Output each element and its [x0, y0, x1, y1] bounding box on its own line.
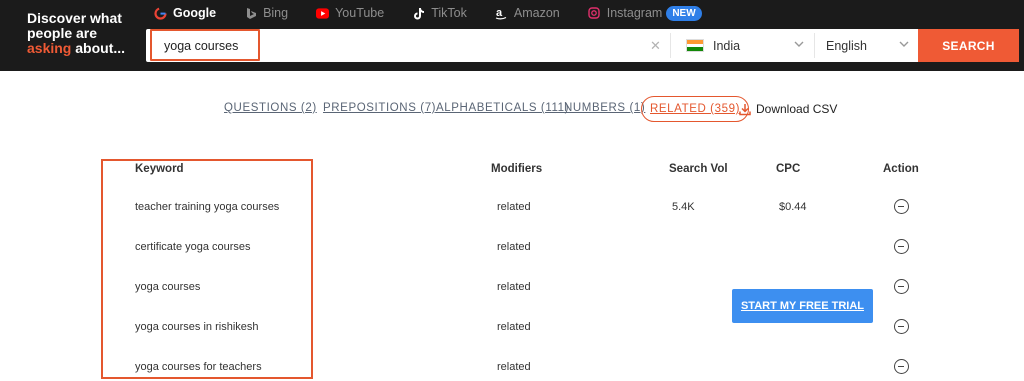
download-icon — [739, 103, 751, 115]
download-label: Download CSV — [756, 102, 838, 116]
modifier-cell: related — [497, 281, 531, 293]
close-icon[interactable]: ✕ — [650, 38, 661, 54]
remove-circle-icon[interactable] — [894, 279, 909, 294]
india-flag-icon — [686, 39, 704, 52]
modifier-cell: related — [497, 321, 531, 333]
chevron-down-icon — [794, 41, 804, 47]
header-keyword: Keyword — [135, 163, 184, 175]
keyword-cell[interactable]: certificate yoga courses — [135, 241, 251, 253]
engine-tab-youtube[interactable]: YouTube — [316, 6, 384, 20]
tiktok-icon — [412, 7, 425, 20]
engine-tab-bing[interactable]: Bing — [244, 6, 288, 20]
search-input[interactable] — [164, 39, 254, 53]
keyword-cell[interactable]: teacher training yoga courses — [135, 201, 279, 213]
engine-label: Instagram — [606, 6, 663, 20]
header-cpc: CPC — [776, 163, 801, 175]
bing-icon — [244, 7, 257, 20]
header-modifiers: Modifiers — [491, 163, 543, 175]
modifier-cell: related — [497, 361, 531, 373]
brand-line-3-rest: about... — [71, 40, 126, 56]
engine-label: TikTok — [431, 6, 467, 20]
language-select[interactable]: English — [826, 29, 916, 62]
brand-tagline: Discover what people are asking about... — [27, 11, 147, 56]
keyword-cell[interactable]: yoga courses — [135, 281, 200, 293]
divider — [814, 33, 815, 58]
engine-tab-amazon[interactable]: a Amazon — [495, 6, 560, 20]
remove-circle-icon[interactable] — [894, 359, 909, 374]
start-free-trial-button[interactable]: START MY FREE TRIAL — [732, 289, 873, 323]
cpc-cell: $0.44 — [779, 201, 807, 213]
country-value: India — [713, 38, 741, 53]
keyword-cell[interactable]: yoga courses for teachers — [135, 361, 262, 373]
google-icon — [154, 6, 167, 20]
engine-tab-instagram[interactable]: Instagram NEW — [588, 5, 702, 21]
divider — [670, 33, 671, 58]
chevron-down-icon — [899, 41, 909, 47]
brand-line-1: Discover what — [27, 10, 122, 26]
tab-related[interactable]: RELATED (359) — [641, 96, 750, 122]
header-search-vol: Search Vol — [669, 163, 728, 175]
engine-label: YouTube — [335, 6, 385, 20]
country-select[interactable]: India — [686, 29, 811, 62]
brand-line-2: people are — [27, 25, 98, 41]
result-tabs: QUESTIONS (2) PREPOSITIONS (7) ALPHABETI… — [0, 96, 1024, 122]
search-input-highlight — [150, 29, 260, 61]
brand-accent: asking — [27, 40, 72, 56]
engine-tab-google[interactable]: Google — [154, 6, 216, 20]
search-button[interactable]: SEARCH — [918, 29, 1019, 62]
remove-circle-icon[interactable] — [894, 239, 909, 254]
download-csv-button[interactable]: Download CSV — [739, 102, 837, 116]
engine-tab-tiktok[interactable]: TikTok — [412, 6, 467, 20]
tab-prepositions[interactable]: PREPOSITIONS (7) — [323, 102, 436, 114]
engine-label: Amazon — [513, 6, 560, 20]
tab-alphabeticals[interactable]: ALPHABETICALS (111) — [436, 102, 569, 114]
search-vol-cell: 5.4K — [672, 201, 695, 213]
language-value: English — [826, 38, 867, 53]
engine-tabs: Google Bing YouTube TikTok a Amazon Inst… — [154, 4, 730, 22]
modifier-cell: related — [497, 241, 531, 253]
engine-label: Bing — [263, 6, 289, 20]
svg-text:a: a — [496, 7, 503, 19]
top-header: Discover what people are asking about...… — [0, 0, 1024, 71]
modifier-cell: related — [497, 201, 531, 213]
keyword-column-highlight — [101, 159, 313, 379]
header-action: Action — [883, 163, 919, 175]
youtube-icon — [316, 7, 330, 20]
keyword-cell[interactable]: yoga courses in rishikesh — [135, 321, 259, 333]
remove-circle-icon[interactable] — [894, 319, 909, 334]
tab-numbers[interactable]: NUMBERS (1) — [564, 102, 645, 114]
brand-line-3: asking about... — [27, 41, 147, 56]
amazon-icon: a — [495, 7, 508, 20]
instagram-icon — [588, 7, 601, 20]
search-bar: ✕ India English — [146, 29, 918, 62]
engine-label: Google — [173, 6, 217, 20]
remove-circle-icon[interactable] — [894, 199, 909, 214]
new-badge: NEW — [666, 5, 702, 21]
tab-questions[interactable]: QUESTIONS (2) — [224, 102, 317, 114]
